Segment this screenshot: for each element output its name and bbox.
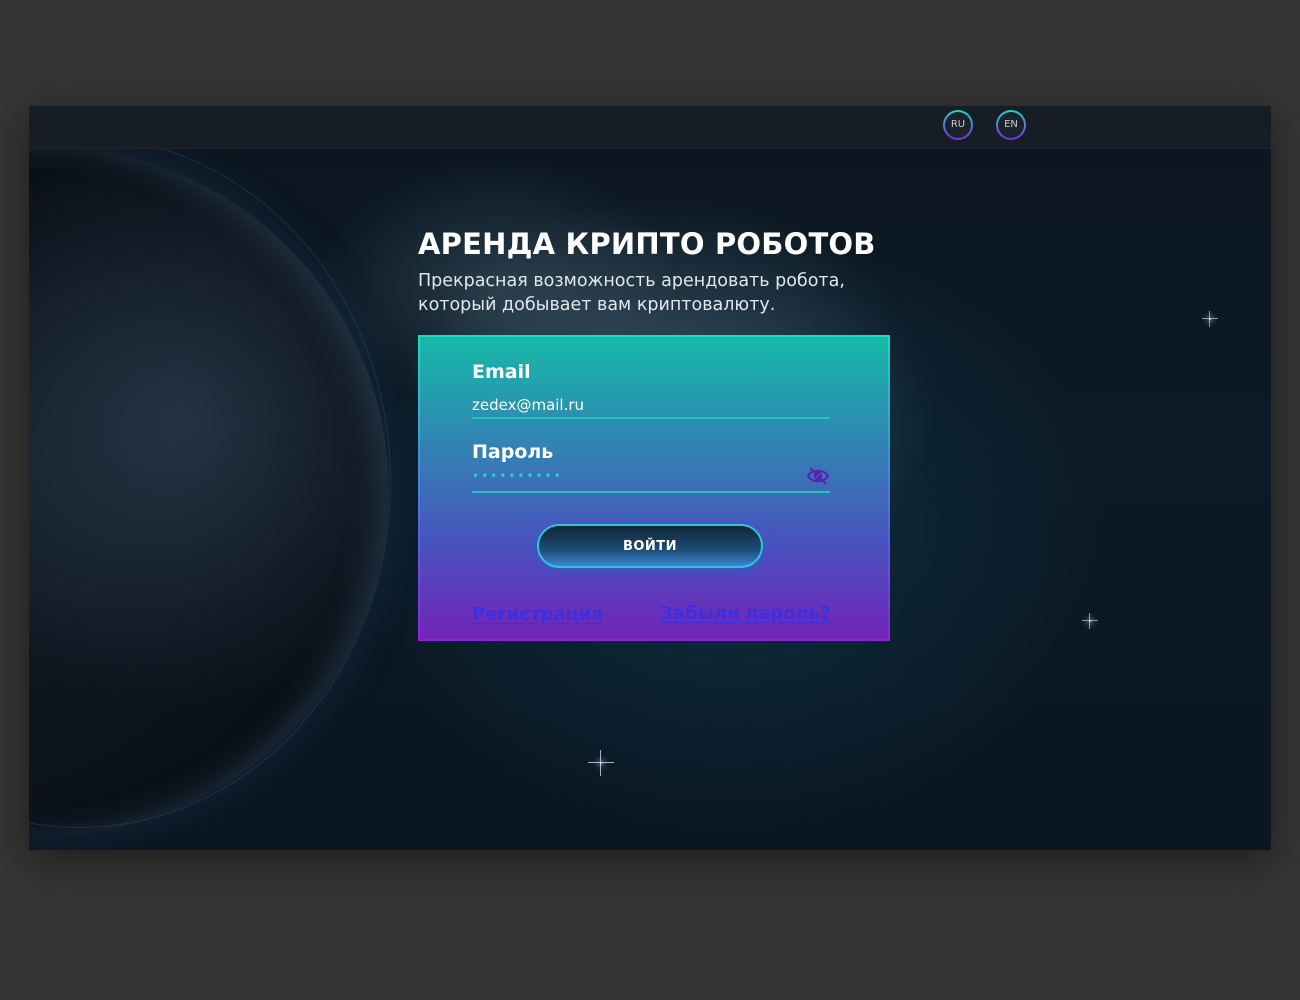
login-form: Email Пароль •••••••••• ВОЙТИ Регистраци… [418, 335, 890, 641]
app-window: RU EN АРЕНДА КРИПТО РОБОТОВ Прекрасная в… [29, 106, 1271, 850]
eye-off-icon[interactable] [806, 465, 830, 487]
language-en-button[interactable]: EN [996, 110, 1026, 140]
page-subtitle: Прекрасная возможность арендовать робота… [418, 271, 845, 315]
email-label: Email [472, 361, 531, 383]
password-label: Пароль [472, 441, 554, 463]
login-button[interactable]: ВОЙТИ [537, 524, 763, 568]
language-ru-button[interactable]: RU [943, 110, 973, 140]
star-sparkle [1082, 613, 1098, 629]
star-sparkle [588, 750, 614, 776]
password-field[interactable]: •••••••••• [472, 465, 830, 493]
email-field[interactable] [472, 393, 830, 419]
register-link[interactable]: Регистрация [472, 604, 603, 625]
top-bar: RU EN [29, 106, 1271, 149]
planet-atmosphere [29, 136, 391, 828]
forgot-password-link[interactable]: Забыли пароль? [660, 603, 831, 624]
password-mask: •••••••••• [472, 469, 563, 483]
star-sparkle [1202, 311, 1218, 327]
page-title: АРЕНДА КРИПТО РОБОТОВ [418, 227, 876, 261]
